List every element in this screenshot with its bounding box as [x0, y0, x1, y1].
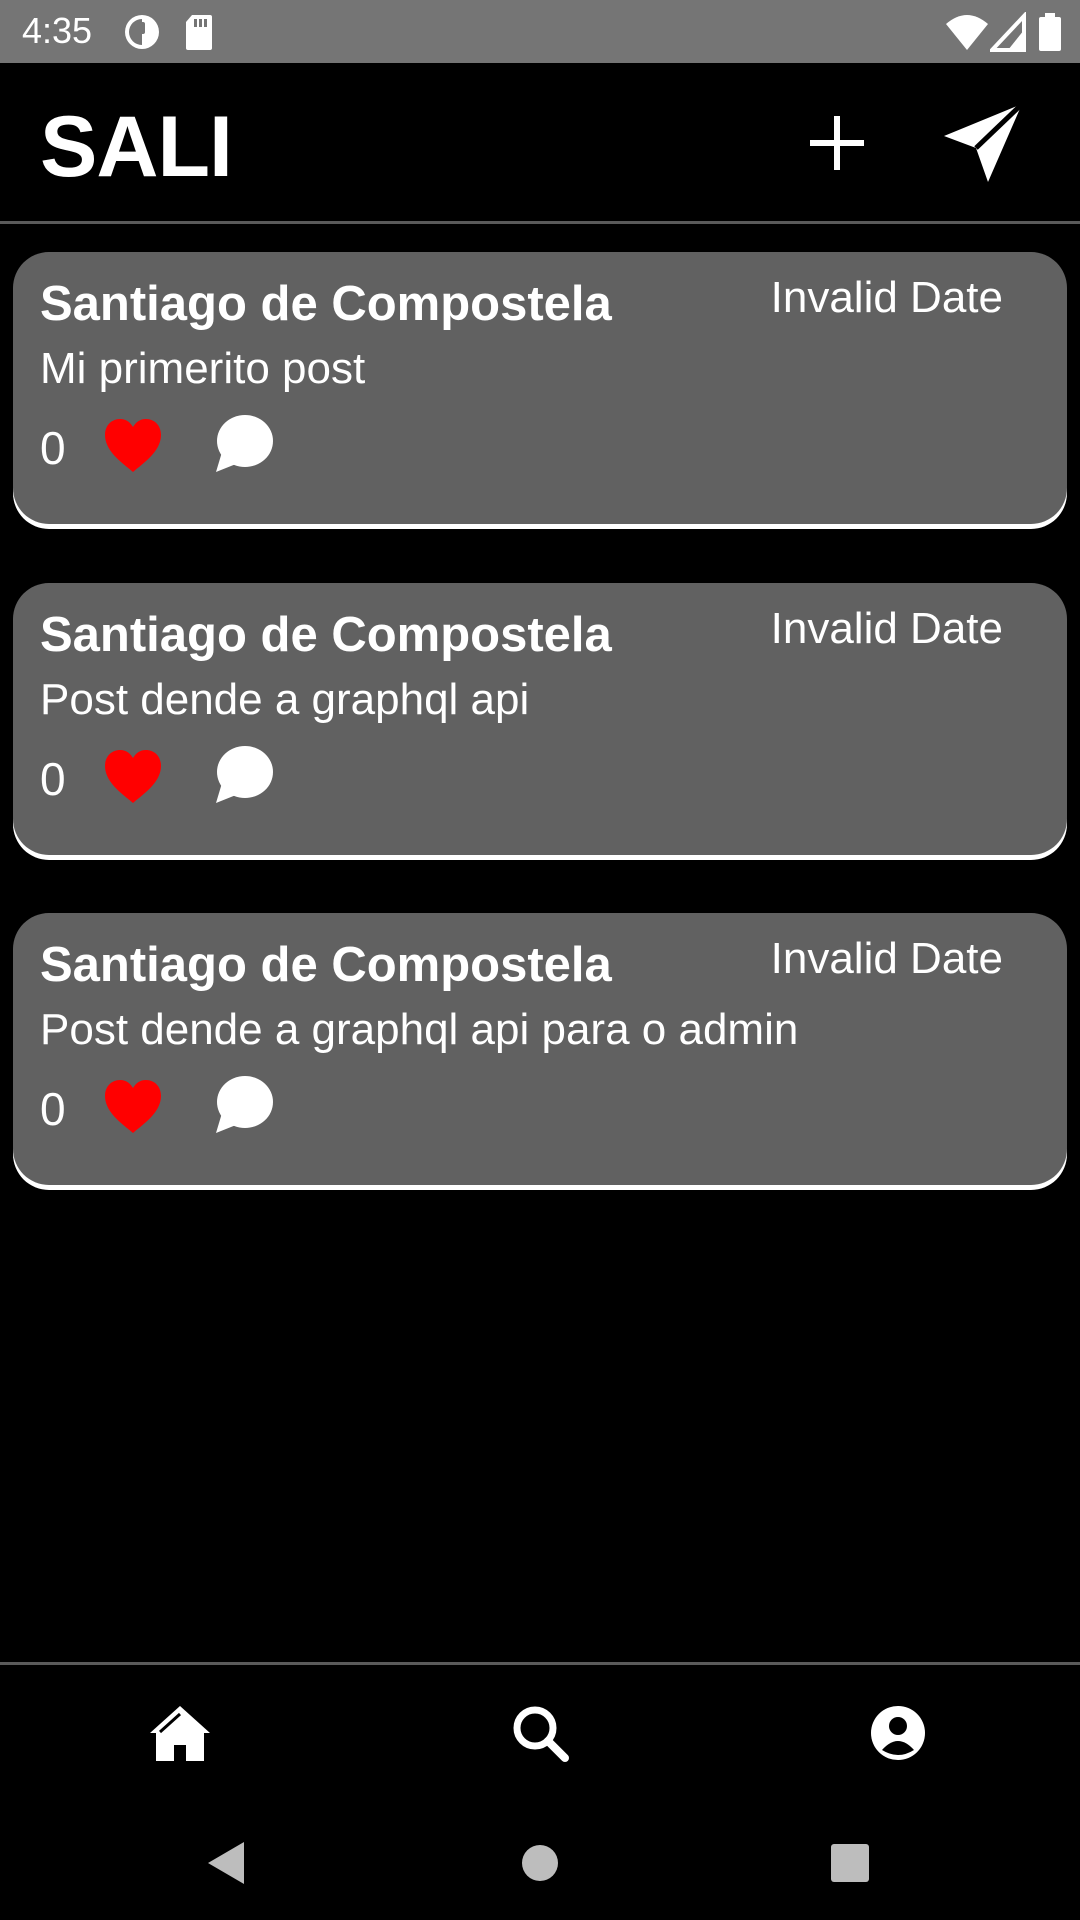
sd-card-icon [184, 12, 214, 52]
post-author: Santiago de Compostela [40, 277, 612, 331]
system-home-button[interactable] [510, 1833, 570, 1893]
recents-icon [831, 1844, 869, 1882]
battery-icon [1038, 12, 1062, 52]
post-actions: 0 [40, 743, 440, 813]
comment-button[interactable] [212, 1073, 276, 1137]
like-count: 0 [40, 753, 66, 805]
home-circle-icon [522, 1845, 558, 1881]
app-bar: SALI [0, 63, 1080, 222]
post-date: Invalid Date [770, 934, 1003, 983]
send-icon [944, 102, 1024, 182]
cellular-signal-icon [987, 10, 1028, 52]
app-title: SALI [40, 99, 233, 195]
nav-search[interactable] [500, 1693, 580, 1773]
comment-icon [216, 415, 273, 472]
post-date: Invalid Date [770, 273, 1003, 322]
post-author: Santiago de Compostela [40, 938, 612, 992]
like-button[interactable] [102, 1077, 164, 1137]
heart-icon [105, 750, 161, 803]
post-body: Post dende a graphql api [40, 675, 530, 724]
post-card[interactable]: Santiago de Compostela Invalid Date Post… [13, 583, 1067, 855]
like-button[interactable] [102, 747, 164, 807]
comment-button[interactable] [212, 412, 276, 476]
heart-icon [105, 1080, 161, 1133]
comment-button[interactable] [212, 743, 276, 807]
status-bar: 4:35 [0, 0, 1080, 63]
heart-icon [105, 419, 161, 472]
app-bar-divider [0, 221, 1080, 224]
add-icon [810, 116, 864, 170]
like-count: 0 [40, 422, 66, 474]
comment-icon [216, 746, 273, 803]
data-saver-icon [122, 12, 162, 52]
like-count: 0 [40, 1083, 66, 1135]
home-icon [150, 1706, 210, 1761]
post-body: Mi primerito post [40, 344, 366, 393]
like-button[interactable] [102, 416, 164, 476]
post-body: Post dende a graphql api para o admin [40, 1005, 799, 1054]
post-card[interactable]: Santiago de Compostela Invalid Date Post… [13, 913, 1067, 1185]
system-recents-button[interactable] [820, 1833, 880, 1893]
status-time: 4:35 [22, 10, 93, 51]
comment-icon [216, 1076, 273, 1133]
system-nav-bar [0, 1805, 1080, 1920]
post-author: Santiago de Compostela [40, 608, 612, 662]
screen: 4:35 SALI Santiago de Compostela Invalid… [0, 0, 1080, 1920]
post-date: Invalid Date [770, 604, 1003, 653]
post-actions: 0 [40, 1073, 440, 1143]
add-post-button[interactable] [787, 93, 887, 193]
back-icon [208, 1842, 244, 1884]
search-icon [513, 1706, 569, 1762]
nav-home[interactable] [140, 1693, 220, 1773]
nav-account[interactable] [858, 1693, 938, 1773]
bottom-nav [0, 1665, 1080, 1805]
system-back-button[interactable] [196, 1833, 256, 1893]
wifi-icon [944, 12, 990, 52]
send-button[interactable] [933, 93, 1033, 193]
post-card[interactable]: Santiago de Compostela Invalid Date Mi p… [13, 252, 1067, 524]
account-icon [871, 1706, 925, 1760]
post-actions: 0 [40, 412, 440, 482]
